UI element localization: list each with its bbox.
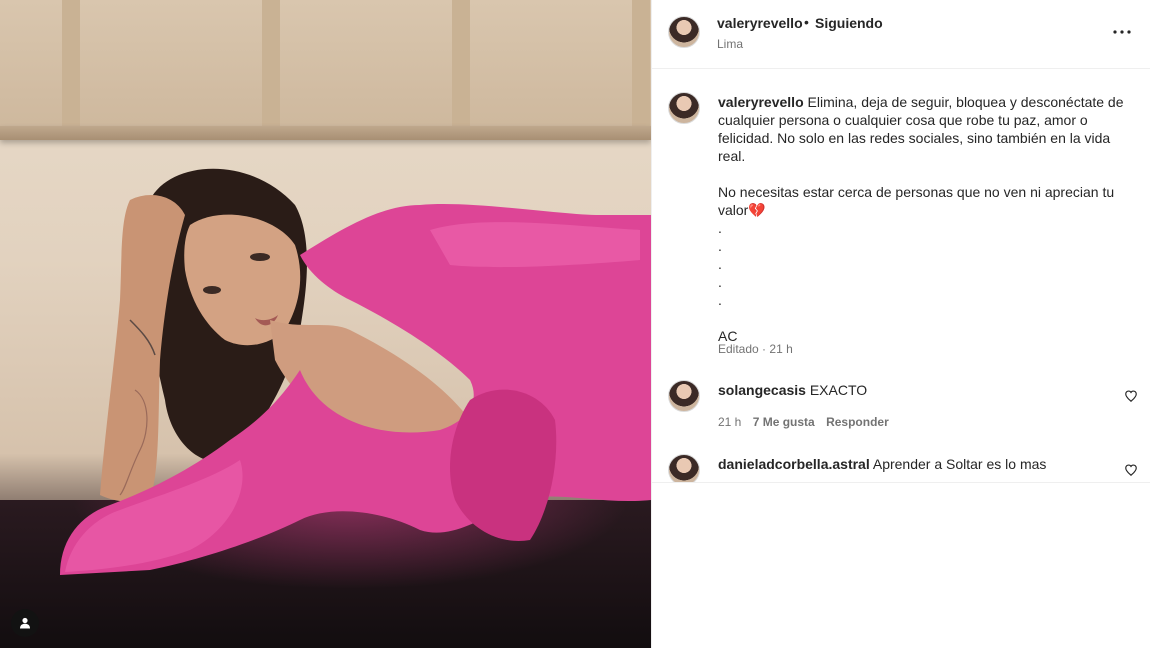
comment-username[interactable]: danieladcorbella.astral xyxy=(718,456,870,472)
woman-in-pink-dress xyxy=(60,168,651,575)
like-comment-icon[interactable] xyxy=(1124,463,1138,477)
caption-time[interactable]: 21 h xyxy=(769,342,792,356)
post-photo[interactable] xyxy=(0,0,651,648)
comment-username[interactable]: solangecasis xyxy=(718,382,806,398)
more-options-button[interactable] xyxy=(1110,20,1134,44)
user-tag-button[interactable] xyxy=(11,609,39,637)
caption-username[interactable]: valeryrevello xyxy=(718,94,804,110)
header-username[interactable]: valeryrevello xyxy=(717,15,803,31)
post-dialog: valeryrevello • Siguiendo Lima valeryrev… xyxy=(0,0,1150,648)
meta-separator: · xyxy=(762,342,767,356)
post-sidebar: valeryrevello • Siguiendo Lima valeryrev… xyxy=(651,0,1150,648)
comment-likes[interactable]: 7 Me gusta xyxy=(753,415,815,429)
comment: solangecasis EXACTO xyxy=(718,381,1108,399)
caption-avatar[interactable] xyxy=(668,92,700,124)
avatar[interactable] xyxy=(668,16,700,48)
like-comment-icon[interactable] xyxy=(1124,389,1138,403)
comment-body: EXACTO xyxy=(809,382,868,398)
comment-avatar[interactable] xyxy=(668,454,700,482)
caption-meta: Editado · 21 h xyxy=(718,342,793,356)
location-link[interactable]: Lima xyxy=(717,37,743,51)
comment-meta: 21 h 7 Me gusta Responder xyxy=(718,415,889,429)
post-header: valeryrevello • Siguiendo Lima xyxy=(652,0,1150,69)
user-tag-icon xyxy=(20,617,30,629)
comment-clipped: danieladcorbella.astral Aprender a Solta… xyxy=(652,454,1150,482)
edited-label: Editado xyxy=(718,342,759,356)
more-horizontal-icon xyxy=(1113,30,1131,34)
comment-time[interactable]: 21 h xyxy=(718,415,741,429)
caption: valeryrevello Elimina, deja de seguir, b… xyxy=(718,93,1140,345)
header-separator: • xyxy=(804,14,809,30)
comments-list[interactable]: valeryrevello Elimina, deja de seguir, b… xyxy=(652,70,1150,483)
caption-body: Elimina, deja de seguir, bloquea y desco… xyxy=(718,94,1124,344)
comment-avatar[interactable] xyxy=(668,380,700,412)
comment-body: Aprender a Soltar es lo mas xyxy=(872,456,1047,472)
comment: danieladcorbella.astral Aprender a Solta… xyxy=(718,455,1108,473)
follow-status-button[interactable]: Siguiendo xyxy=(815,15,883,31)
reply-button[interactable]: Responder xyxy=(826,415,889,429)
